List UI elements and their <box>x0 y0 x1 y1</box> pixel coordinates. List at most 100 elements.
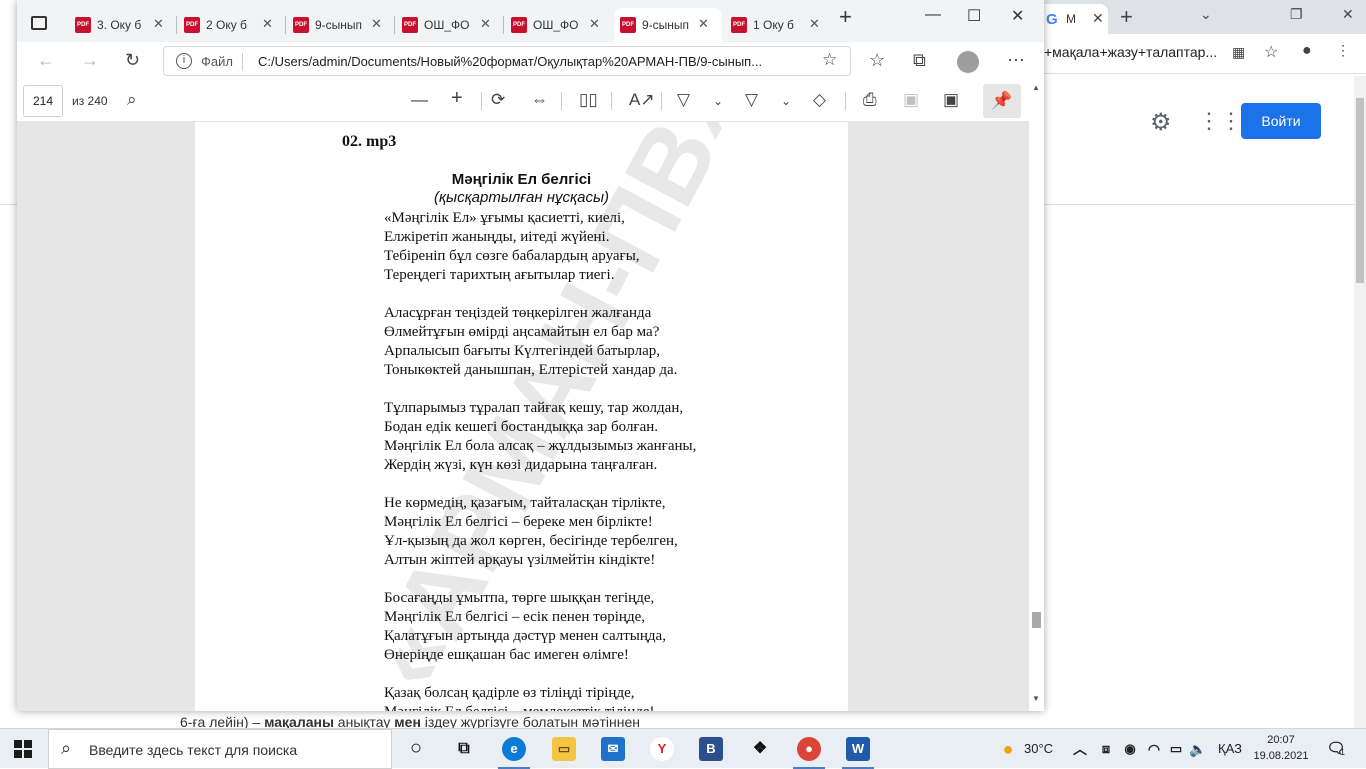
page-view-icon[interactable]: ▯▯ <box>579 90 598 110</box>
close-icon[interactable]: ✕ <box>153 16 164 32</box>
weather-sun-icon[interactable]: ● <box>996 737 1020 761</box>
signin-button[interactable]: Войти <box>1241 103 1321 139</box>
new-tab-button[interactable]: + <box>839 4 852 30</box>
pdf-icon: PDF <box>731 17 747 33</box>
wifi-icon[interactable]: ◠ <box>1142 737 1166 761</box>
more-menu-icon[interactable]: ⋯ <box>1007 50 1025 71</box>
zoom-in-icon[interactable]: + <box>451 87 463 110</box>
dropbox-icon[interactable]: ❖ <box>748 737 772 761</box>
close-window-icon[interactable]: ✕ <box>1011 6 1024 26</box>
rotate-icon[interactable]: ⟳ <box>491 90 505 110</box>
draw-options-chevron-icon[interactable]: ⌄ <box>713 94 723 108</box>
edge-icon[interactable]: e <box>498 737 530 769</box>
chrome-icon[interactable]: ● <box>793 737 825 769</box>
taskbar-search[interactable]: ⌕ Введите здесь текст для поиска <box>48 729 392 769</box>
close-icon[interactable]: ✕ <box>371 16 382 32</box>
pdf-scrollbar[interactable]: ▲ ▼ <box>1029 80 1044 711</box>
background-tab[interactable]: G М ✕ <box>1036 4 1108 34</box>
language-indicator[interactable]: ҚАЗ <box>1218 741 1242 756</box>
add-favorite-icon[interactable]: ☆ <box>822 50 837 70</box>
fit-page-icon[interactable]: ⇔ <box>531 90 548 110</box>
tab-label: 3. Оку б <box>97 18 142 32</box>
close-icon[interactable]: ✕ <box>698 16 709 32</box>
highlight-options-chevron-icon[interactable]: ⌄ <box>781 94 791 108</box>
zoom-out-icon[interactable]: — <box>411 90 428 110</box>
audio-label: 02. mp3 <box>342 133 397 150</box>
address-bar[interactable]: i Файл C:/Users/admin/Documents/Новый%20… <box>163 46 851 76</box>
file-explorer-icon[interactable]: ▭ <box>552 737 576 761</box>
tab-search-icon[interactable]: ⌄ <box>1200 6 1212 23</box>
volume-icon[interactable]: 🔈 <box>1186 737 1210 761</box>
tray-network-app-icon[interactable]: ◉ <box>1118 737 1142 761</box>
profile-icon[interactable]: ● <box>1302 42 1312 60</box>
close-icon[interactable]: ✕ <box>262 16 273 32</box>
print-icon[interactable]: ⎙ <box>863 90 877 110</box>
restore-icon[interactable]: ❐ <box>1290 6 1303 23</box>
clock[interactable]: 20:07 19.08.2021 <box>1253 732 1309 764</box>
close-icon[interactable]: ✕ <box>480 16 491 32</box>
tab-actions-icon[interactable] <box>31 16 47 30</box>
poem-line: Тереңдегі тарихтың ағытылар тиегі. <box>384 267 615 283</box>
search-icon[interactable]: ⌕ <box>127 90 137 110</box>
scroll-up-icon[interactable]: ▲ <box>1032 83 1040 92</box>
tray-app-icon[interactable]: ⧈ <box>1094 737 1118 761</box>
info-icon[interactable]: i <box>176 53 192 69</box>
save-as-icon[interactable]: ▣ <box>943 90 959 110</box>
page-total: из 240 <box>72 94 108 108</box>
settings-gear-icon[interactable]: ⚙ <box>1150 108 1172 137</box>
highlight-icon[interactable]: ▽ <box>745 90 758 110</box>
poem-line: Арпалысып бағыты Күлтегіндей батырлар, <box>384 343 660 359</box>
mail-icon[interactable]: ✉ <box>601 737 625 761</box>
new-tab-button[interactable]: + <box>1120 4 1133 30</box>
task-view-icon[interactable]: ⧉ <box>452 737 476 761</box>
maximize-icon[interactable]: ☐ <box>967 6 981 26</box>
save-icon[interactable]: ▣ <box>903 90 919 110</box>
menu-icon[interactable]: ⋮ <box>1336 42 1350 59</box>
tab-2[interactable]: PDF 2 Оку б ✕ <box>178 8 282 42</box>
windows-start-icon[interactable] <box>14 740 32 758</box>
draw-icon[interactable]: ▽ <box>677 90 690 110</box>
pdf-viewer[interactable]: «АРМАН-ПВ» баспасы 02. mp3 Мәңгілік Ел б… <box>17 122 1044 711</box>
scroll-down-icon[interactable]: ▼ <box>1032 694 1040 703</box>
erase-icon[interactable]: ◇ <box>813 90 826 110</box>
cortana-icon[interactable]: ○ <box>404 737 428 761</box>
read-aloud-icon[interactable]: A↗ <box>629 90 655 110</box>
minimize-icon[interactable]: — <box>925 6 941 24</box>
profile-avatar[interactable] <box>957 51 979 73</box>
word-icon[interactable]: W <box>842 737 874 769</box>
tab-strip: PDF 3. Оку б ✕ PDF 2 Оку б ✕ PDF 9-сынып… <box>17 0 1044 42</box>
grid-icon[interactable]: ▦ <box>1232 44 1245 61</box>
page-number-input[interactable]: 214 <box>23 85 63 117</box>
yandex-browser-icon[interactable]: Y <box>650 737 674 761</box>
close-icon[interactable]: ✕ <box>809 16 820 32</box>
collections-icon[interactable]: ⧉ <box>913 50 926 71</box>
battery-icon[interactable]: ▭ <box>1164 737 1188 761</box>
pdf-icon: PDF <box>402 17 418 33</box>
poem-line: «Мәңгілік Ел» ұғымы қасиетті, киелі, <box>384 210 625 226</box>
tab-label: 1 Оку б <box>753 18 794 32</box>
favorites-icon[interactable]: ☆ <box>869 50 885 71</box>
tab-4[interactable]: PDF ОШ_ФО ✕ <box>396 8 500 42</box>
back-arrow-icon[interactable]: ← <box>37 50 55 71</box>
app-b-icon[interactable]: B <box>699 737 723 761</box>
tab-3[interactable]: PDF 9-сынып ✕ <box>287 8 391 42</box>
close-icon[interactable]: ✕ <box>1092 10 1104 27</box>
weather-temperature[interactable]: 30°C <box>1024 741 1053 756</box>
background-scrollbar-thumb[interactable] <box>1356 98 1364 283</box>
background-address-text: +мақала+жазу+талаптар... <box>1044 44 1218 60</box>
forward-arrow-icon[interactable]: → <box>81 50 99 71</box>
scrollbar-thumb[interactable] <box>1032 612 1041 628</box>
address-url[interactable]: C:/Users/admin/Documents/Новый%20формат/… <box>258 54 818 69</box>
close-window-icon[interactable]: ✕ <box>1342 6 1354 23</box>
pin-toolbar-button[interactable]: 📌 <box>983 84 1021 118</box>
tab-6-active[interactable]: PDF 9-сынып ✕ <box>614 8 722 42</box>
tab-7[interactable]: PDF 1 Оку б ✕ <box>725 8 829 42</box>
refresh-icon[interactable]: ↻ <box>125 50 140 71</box>
tray-chevron-icon[interactable]: ︿ <box>1068 737 1092 761</box>
notification-count: 1 <box>1340 747 1346 757</box>
tab-1[interactable]: PDF 3. Оку б ✕ <box>69 8 173 42</box>
close-icon[interactable]: ✕ <box>589 16 600 32</box>
stanza: «Мәңгілік Ел» ұғымы қасиетті, киелі, Елж… <box>384 209 696 285</box>
star-icon[interactable]: ☆ <box>1264 42 1278 62</box>
tab-5[interactable]: PDF ОШ_ФО ✕ <box>505 8 609 42</box>
